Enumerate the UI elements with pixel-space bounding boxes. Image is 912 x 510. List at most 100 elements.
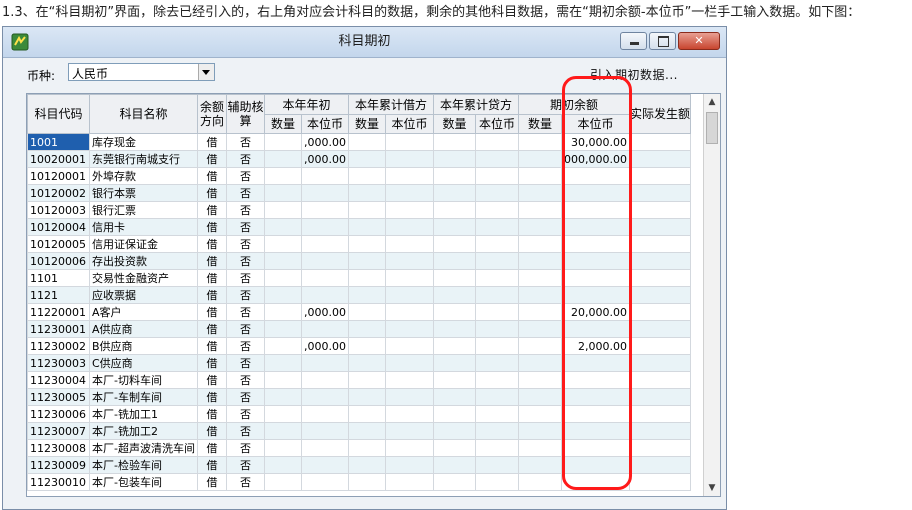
cell-actual[interactable] [628, 337, 691, 355]
cell-yb-base[interactable] [301, 218, 349, 236]
cell-aux[interactable]: 否 [226, 286, 265, 304]
cell-debit-base[interactable] [385, 473, 434, 491]
cell-actual[interactable] [628, 320, 691, 338]
cell-aux[interactable]: 否 [226, 252, 265, 270]
table-row[interactable]: 11230010 本厂-包装车间借否 [27, 473, 691, 491]
cell-debit-qty[interactable] [348, 201, 386, 219]
scroll-up-icon[interactable]: ▲ [704, 94, 720, 110]
cell-yb-qty[interactable] [264, 133, 302, 151]
cell-opening-base[interactable]: 20,000.00 [561, 303, 630, 321]
cell-debit-base[interactable] [385, 133, 434, 151]
cell-opening-qty[interactable] [518, 184, 562, 202]
cell-debit-base[interactable] [385, 422, 434, 440]
cell-direction[interactable]: 借 [197, 422, 227, 440]
cell-name[interactable]: 本厂-铣加工2 [89, 422, 198, 440]
cell-opening-base[interactable] [561, 320, 630, 338]
cell-credit-base[interactable] [475, 473, 519, 491]
cell-actual[interactable] [628, 252, 691, 270]
cell-credit-base[interactable] [475, 150, 519, 168]
cell-name[interactable]: 东莞银行南城支行 [89, 150, 198, 168]
cell-actual[interactable] [628, 218, 691, 236]
cell-debit-qty[interactable] [348, 388, 386, 406]
cell-actual[interactable] [628, 388, 691, 406]
cell-debit-qty[interactable] [348, 184, 386, 202]
cell-opening-qty[interactable] [518, 388, 562, 406]
cell-yb-qty[interactable] [264, 337, 302, 355]
cell-code[interactable]: 11230005 [27, 388, 90, 406]
cell-debit-base[interactable] [385, 150, 434, 168]
cell-code[interactable]: 11230008 [27, 439, 90, 457]
cell-opening-base[interactable] [561, 167, 630, 185]
cell-code[interactable]: 1121 [27, 286, 90, 304]
cell-credit-qty[interactable] [433, 388, 476, 406]
cell-yb-base[interactable]: ,000.00 [301, 133, 349, 151]
cell-aux[interactable]: 否 [226, 439, 265, 457]
cell-opening-base[interactable] [561, 286, 630, 304]
cell-name[interactable]: 本厂-铣加工1 [89, 405, 198, 423]
cell-opening-qty[interactable] [518, 371, 562, 389]
scroll-down-icon[interactable]: ▼ [704, 480, 720, 496]
cell-aux[interactable]: 否 [226, 354, 265, 372]
cell-opening-qty[interactable] [518, 133, 562, 151]
cell-credit-base[interactable] [475, 456, 519, 474]
cell-code[interactable]: 10120005 [27, 235, 90, 253]
cell-actual[interactable] [628, 201, 691, 219]
cell-direction[interactable]: 借 [197, 252, 227, 270]
cell-debit-qty[interactable] [348, 422, 386, 440]
cell-debit-base[interactable] [385, 405, 434, 423]
cell-name[interactable]: 银行本票 [89, 184, 198, 202]
cell-opening-base[interactable] [561, 405, 630, 423]
cell-opening-base[interactable] [561, 388, 630, 406]
cell-yb-qty[interactable] [264, 422, 302, 440]
cell-yb-qty[interactable] [264, 303, 302, 321]
cell-direction[interactable]: 借 [197, 354, 227, 372]
table-row[interactable]: 1121 应收票据借否 [27, 286, 691, 304]
cell-debit-base[interactable] [385, 303, 434, 321]
cell-credit-base[interactable] [475, 201, 519, 219]
cell-yb-base[interactable] [301, 473, 349, 491]
cell-aux[interactable]: 否 [226, 422, 265, 440]
cell-credit-qty[interactable] [433, 303, 476, 321]
cell-code[interactable]: 10120003 [27, 201, 90, 219]
cell-name[interactable]: 信用证保证金 [89, 235, 198, 253]
cell-opening-base[interactable] [561, 269, 630, 287]
cell-opening-base[interactable] [561, 252, 630, 270]
cell-debit-base[interactable] [385, 286, 434, 304]
cell-aux[interactable]: 否 [226, 269, 265, 287]
cell-opening-qty[interactable] [518, 218, 562, 236]
cell-credit-base[interactable] [475, 354, 519, 372]
cell-direction[interactable]: 借 [197, 150, 227, 168]
cell-debit-base[interactable] [385, 320, 434, 338]
cell-credit-base[interactable] [475, 269, 519, 287]
cell-yb-qty[interactable] [264, 235, 302, 253]
cell-aux[interactable]: 否 [226, 337, 265, 355]
cell-name[interactable]: 本厂-车制车间 [89, 388, 198, 406]
cell-aux[interactable]: 否 [226, 218, 265, 236]
cell-credit-qty[interactable] [433, 456, 476, 474]
header-name[interactable]: 科目名称 [89, 94, 198, 134]
cell-opening-base[interactable] [561, 422, 630, 440]
cell-code[interactable]: 10120004 [27, 218, 90, 236]
cell-credit-qty[interactable] [433, 286, 476, 304]
cell-direction[interactable]: 借 [197, 167, 227, 185]
table-row[interactable]: 11230001 A供应商借否 [27, 320, 691, 338]
cell-aux[interactable]: 否 [226, 201, 265, 219]
cell-opening-qty[interactable] [518, 405, 562, 423]
cell-code[interactable]: 11230004 [27, 371, 90, 389]
table-row[interactable]: 10120002 银行本票借否 [27, 184, 691, 202]
cell-yb-qty[interactable] [264, 371, 302, 389]
cell-direction[interactable]: 借 [197, 439, 227, 457]
cell-opening-base[interactable]: 2,000.00 [561, 337, 630, 355]
cell-yb-qty[interactable] [264, 286, 302, 304]
cell-aux[interactable]: 否 [226, 235, 265, 253]
cell-code[interactable]: 11230001 [27, 320, 90, 338]
cell-actual[interactable] [628, 439, 691, 457]
table-row[interactable]: 11230006 本厂-铣加工1 借否 [27, 405, 691, 423]
cell-yb-base[interactable]: ,000.00 [301, 337, 349, 355]
table-row[interactable]: 11230002 B供应商借否 ,000.00 2,000.00 [27, 337, 691, 355]
cell-opening-qty[interactable] [518, 354, 562, 372]
cell-direction[interactable]: 借 [197, 303, 227, 321]
cell-direction[interactable]: 借 [197, 286, 227, 304]
cell-debit-base[interactable] [385, 218, 434, 236]
cell-opening-base[interactable] [561, 218, 630, 236]
